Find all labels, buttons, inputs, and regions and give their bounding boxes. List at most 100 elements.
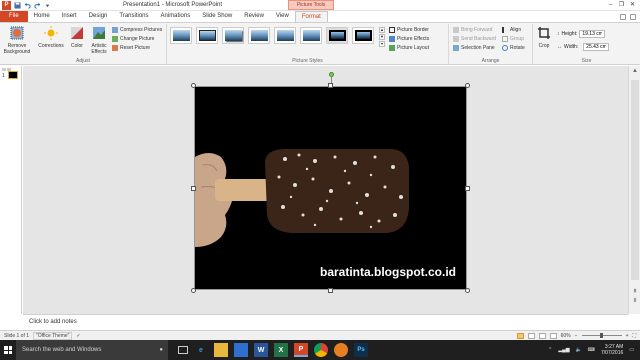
- crop-button[interactable]: Crop: [536, 26, 552, 49]
- vertical-scrollbar[interactable]: ▲ ⇞ ⇟: [628, 66, 640, 314]
- rotation-handle[interactable]: [329, 72, 334, 77]
- help-icon[interactable]: [630, 13, 636, 20]
- picture-style-option[interactable]: [248, 27, 270, 44]
- fit-to-window-icon[interactable]: ⛶: [632, 333, 636, 339]
- edge-browser-icon[interactable]: e: [194, 343, 208, 357]
- customize-qat-icon[interactable]: [44, 2, 51, 9]
- picture-style-option[interactable]: [274, 27, 296, 44]
- excel-icon[interactable]: X: [274, 343, 288, 357]
- slide-thumbnail[interactable]: [8, 71, 18, 79]
- next-slide-icon[interactable]: ⇟: [631, 297, 639, 305]
- network-icon[interactable]: ▂▄▆: [558, 347, 569, 353]
- tab-transitions[interactable]: Transitions: [113, 11, 154, 22]
- slide-sorter-view-icon[interactable]: [527, 332, 535, 339]
- tab-format[interactable]: Format: [294, 11, 328, 22]
- store-icon[interactable]: [234, 343, 248, 357]
- send-backward-button[interactable]: Send Backward: [453, 36, 496, 42]
- reading-view-icon[interactable]: [538, 332, 546, 339]
- save-icon[interactable]: [14, 2, 21, 9]
- chrome-icon[interactable]: [314, 343, 328, 357]
- powerpoint-taskbar-icon[interactable]: P: [294, 343, 308, 357]
- color-button[interactable]: Color: [68, 26, 86, 49]
- align-button[interactable]: Align: [502, 27, 521, 33]
- resize-handle-right[interactable]: [465, 186, 470, 191]
- picture-style-option[interactable]: [196, 27, 218, 44]
- minimize-ribbon-icon[interactable]: [620, 13, 626, 20]
- tab-insert[interactable]: Insert: [56, 11, 83, 22]
- change-picture-button[interactable]: Change Picture: [112, 36, 154, 42]
- send-backward-icon: [453, 36, 459, 42]
- start-button[interactable]: [0, 340, 16, 360]
- task-view-icon[interactable]: [178, 346, 188, 354]
- picture-style-option[interactable]: [352, 27, 374, 44]
- gallery-up-icon[interactable]: ▲: [379, 27, 385, 33]
- notes-pane[interactable]: Click to add notes: [23, 314, 628, 330]
- restore-icon[interactable]: ❐: [617, 1, 626, 9]
- picture-border-button[interactable]: Picture Border: [389, 27, 429, 33]
- remove-background-button[interactable]: Remove Background: [3, 26, 31, 55]
- tab-home[interactable]: Home: [28, 11, 56, 22]
- word-icon[interactable]: W: [254, 343, 268, 357]
- resize-handle-left[interactable]: [191, 186, 196, 191]
- picture-style-option[interactable]: [326, 27, 348, 44]
- picture-style-option[interactable]: [222, 27, 244, 44]
- compress-pictures-button[interactable]: Compress Pictures: [112, 27, 162, 33]
- rotate-button[interactable]: Rotate: [502, 45, 525, 51]
- tab-view[interactable]: View: [270, 11, 295, 22]
- photoshop-icon[interactable]: Ps: [354, 343, 368, 357]
- zoom-level[interactable]: 60%: [561, 333, 571, 339]
- tray-up-arrow-icon[interactable]: ⌃: [548, 347, 552, 353]
- height-input[interactable]: [579, 30, 606, 38]
- picture-style-option[interactable]: [300, 27, 322, 44]
- resize-handle-bottom[interactable]: [328, 288, 333, 293]
- keyboard-icon[interactable]: ⌨: [588, 347, 595, 353]
- corrections-button[interactable]: Corrections: [36, 26, 66, 49]
- reset-picture-button[interactable]: Reset Picture: [112, 45, 150, 51]
- gallery-more-icon[interactable]: ▾: [379, 41, 385, 47]
- resize-handle-top-right[interactable]: [465, 83, 470, 88]
- microphone-icon[interactable]: ●: [159, 347, 163, 353]
- previous-slide-icon[interactable]: ⇞: [631, 288, 639, 296]
- tab-review[interactable]: Review: [238, 11, 270, 22]
- tab-file[interactable]: File: [0, 11, 28, 22]
- zoom-in-icon[interactable]: +: [626, 333, 629, 339]
- picture-effects-button[interactable]: Picture Effects: [389, 36, 429, 42]
- normal-view-icon[interactable]: [516, 332, 524, 339]
- scroll-up-icon[interactable]: ▲: [631, 68, 639, 76]
- close-icon[interactable]: ✕: [628, 1, 637, 9]
- slides-tab-icon[interactable]: [2, 68, 6, 71]
- zoom-slider-knob[interactable]: [599, 333, 603, 338]
- bring-forward-button[interactable]: Bring Forward: [453, 27, 492, 33]
- media-player-icon[interactable]: [334, 343, 348, 357]
- resize-handle-bottom-right[interactable]: [465, 288, 470, 293]
- tab-design[interactable]: Design: [83, 11, 114, 22]
- picture-layout-button[interactable]: Picture Layout: [389, 45, 429, 51]
- zoom-slider[interactable]: [581, 333, 622, 338]
- height-label: Height:: [561, 31, 578, 37]
- undo-icon[interactable]: [24, 2, 31, 9]
- artistic-effects-button[interactable]: Artistic Effects: [88, 26, 110, 55]
- taskbar-clock[interactable]: 3:27 AM 7/07/2016: [601, 344, 623, 356]
- resize-handle-bottom-left[interactable]: [191, 288, 196, 293]
- zoom-out-icon[interactable]: −: [575, 333, 578, 339]
- picture-style-option[interactable]: [170, 27, 192, 44]
- selection-pane-button[interactable]: Selection Pane: [453, 45, 495, 51]
- scrollbar-thumb[interactable]: [631, 80, 639, 280]
- taskbar-search-box[interactable]: Search the web and Windows ●: [16, 340, 168, 360]
- slide-show-view-icon[interactable]: [549, 332, 557, 339]
- slide-picture[interactable]: baratinta.blogspot.co.id: [194, 86, 467, 290]
- group-button[interactable]: Group: [502, 36, 524, 42]
- tab-animations[interactable]: Animations: [155, 11, 197, 22]
- height-icon: ↕: [557, 31, 560, 37]
- redo-icon[interactable]: [34, 2, 41, 9]
- tab-slide-show[interactable]: Slide Show: [196, 11, 238, 22]
- file-explorer-icon[interactable]: [214, 343, 228, 357]
- volume-icon[interactable]: 🔈: [576, 347, 582, 353]
- notifications-icon[interactable]: ▭: [629, 347, 634, 353]
- width-input[interactable]: [583, 43, 610, 51]
- minimize-icon[interactable]: –: [606, 1, 615, 9]
- resize-handle-top[interactable]: [328, 83, 333, 88]
- spellcheck-icon[interactable]: ✓: [72, 333, 84, 339]
- resize-handle-top-left[interactable]: [191, 83, 196, 88]
- gallery-down-icon[interactable]: ▼: [379, 34, 385, 40]
